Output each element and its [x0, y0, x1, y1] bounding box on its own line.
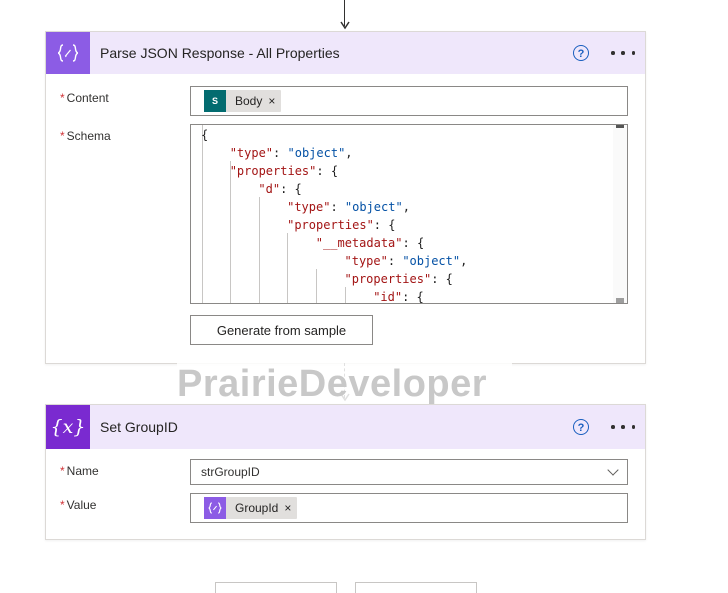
- body-token[interactable]: S Body ×: [204, 90, 282, 112]
- chevron-down-icon[interactable]: [607, 464, 619, 476]
- schema-token: : {: [373, 218, 396, 232]
- variable-x-glyph: {x}: [50, 416, 86, 438]
- schema-code-line[interactable]: "properties": {: [345, 270, 453, 288]
- schema-label-text: Schema: [66, 129, 111, 143]
- name-dropdown-value: strGroupID: [201, 465, 260, 479]
- parse-json-card[interactable]: Parse JSON Response - All Properties ? *…: [45, 31, 646, 364]
- help-icon[interactable]: ?: [573, 419, 589, 435]
- set-variable-card[interactable]: {x} Set GroupID ? * Name strGroupID * Valu…: [45, 404, 646, 540]
- content-label-text: Content: [66, 91, 109, 105]
- name-field-label: * Name: [60, 464, 99, 478]
- indent-guide: [202, 125, 203, 303]
- bottom-button-right[interactable]: [355, 582, 477, 593]
- schema-token: ,: [460, 254, 468, 268]
- more-options-icon[interactable]: [611, 44, 635, 62]
- schema-code-area[interactable]: {"type": "object", "properties": {"d": {"…: [191, 125, 613, 303]
- schema-token: ,: [345, 146, 353, 160]
- remove-token-icon[interactable]: ×: [284, 501, 297, 515]
- groupid-token[interactable]: GroupId ×: [204, 497, 298, 519]
- schema-token: "object": [287, 146, 346, 160]
- value-field-label: * Value: [60, 498, 96, 512]
- curly-braces-icon: [204, 497, 226, 519]
- schema-token: {: [201, 128, 209, 142]
- indent-guide: [316, 269, 317, 303]
- scroll-thumb-top[interactable]: [616, 125, 624, 128]
- schema-token: : {: [280, 182, 302, 196]
- indent-guide: [230, 161, 231, 303]
- name-label-text: Name: [66, 464, 99, 478]
- schema-token: "type": [344, 254, 388, 268]
- indent-guide: [287, 233, 288, 303]
- schema-token: : {: [402, 290, 424, 303]
- remove-token-icon[interactable]: ×: [268, 94, 281, 108]
- schema-token: :: [387, 254, 403, 268]
- schema-editor[interactable]: {"type": "object", "properties": {"d": {"…: [190, 124, 628, 304]
- body-token-label: Body: [235, 94, 263, 108]
- value-input[interactable]: GroupId ×: [190, 493, 628, 523]
- schema-code-line[interactable]: "type": "object",: [345, 252, 468, 270]
- bottom-button-left[interactable]: [215, 582, 337, 593]
- scroll-thumb-bottom[interactable]: [616, 298, 624, 303]
- name-dropdown[interactable]: strGroupID: [190, 459, 628, 485]
- set-variable-card-title[interactable]: Set GroupID: [100, 405, 178, 449]
- help-icon[interactable]: ?: [573, 45, 589, 61]
- curly-braces-icon: [46, 32, 90, 74]
- schema-token: :: [330, 200, 345, 214]
- schema-code-line[interactable]: "properties": {: [287, 216, 395, 234]
- content-field-label: * Content: [60, 91, 109, 105]
- sharepoint-icon: S: [204, 90, 226, 112]
- schema-token: "object": [402, 254, 461, 268]
- parse-json-card-header[interactable]: Parse JSON Response - All Properties ?: [46, 32, 645, 74]
- schema-field-label: * Schema: [60, 129, 111, 143]
- schema-token: "id": [373, 290, 403, 303]
- variable-x-icon: {x}: [46, 405, 90, 449]
- content-input[interactable]: S Body ×: [190, 86, 628, 116]
- groupid-token-label: GroupId: [235, 501, 279, 515]
- indent-guide: [345, 287, 346, 303]
- parse-json-card-title[interactable]: Parse JSON Response - All Properties: [100, 32, 340, 74]
- schema-code-line[interactable]: "d": {: [258, 180, 301, 198]
- schema-token: "type": [229, 146, 274, 160]
- required-mark: *: [60, 498, 65, 512]
- schema-token: : {: [316, 164, 339, 178]
- watermark-text: PrairieDeveloper: [177, 362, 512, 406]
- required-mark: *: [60, 129, 65, 143]
- generate-from-sample-button[interactable]: Generate from sample: [190, 315, 373, 345]
- schema-code-line[interactable]: "type": "object",: [230, 144, 353, 162]
- schema-token: "object": [344, 200, 403, 214]
- required-mark: *: [60, 464, 65, 478]
- set-variable-card-header[interactable]: {x} Set GroupID ?: [46, 405, 645, 449]
- value-label-text: Value: [66, 498, 97, 512]
- schema-token: ,: [402, 200, 410, 214]
- schema-token: "type": [287, 200, 331, 214]
- sharepoint-icon-letter: S: [211, 96, 218, 106]
- schema-token: : {: [431, 272, 453, 286]
- schema-token: "d": [258, 182, 281, 196]
- schema-token: : {: [402, 236, 425, 250]
- schema-code-line[interactable]: "__metadata": {: [316, 234, 424, 252]
- schema-token: "__metadata": [315, 236, 403, 250]
- schema-token: "properties": [287, 218, 374, 232]
- schema-code-line[interactable]: "properties": {: [230, 162, 338, 180]
- schema-token: :: [273, 146, 288, 160]
- schema-code-line[interactable]: {: [201, 126, 208, 144]
- schema-code-line[interactable]: "id": {: [373, 288, 424, 303]
- more-options-icon[interactable]: [611, 418, 635, 436]
- schema-scrollbar[interactable]: [613, 125, 627, 303]
- indent-guide: [259, 197, 260, 303]
- schema-token: "properties": [344, 272, 432, 286]
- schema-code-line[interactable]: "type": "object",: [287, 198, 410, 216]
- top-connector-arrow-icon: [339, 21, 350, 30]
- schema-token: "properties": [229, 164, 317, 178]
- required-mark: *: [60, 91, 65, 105]
